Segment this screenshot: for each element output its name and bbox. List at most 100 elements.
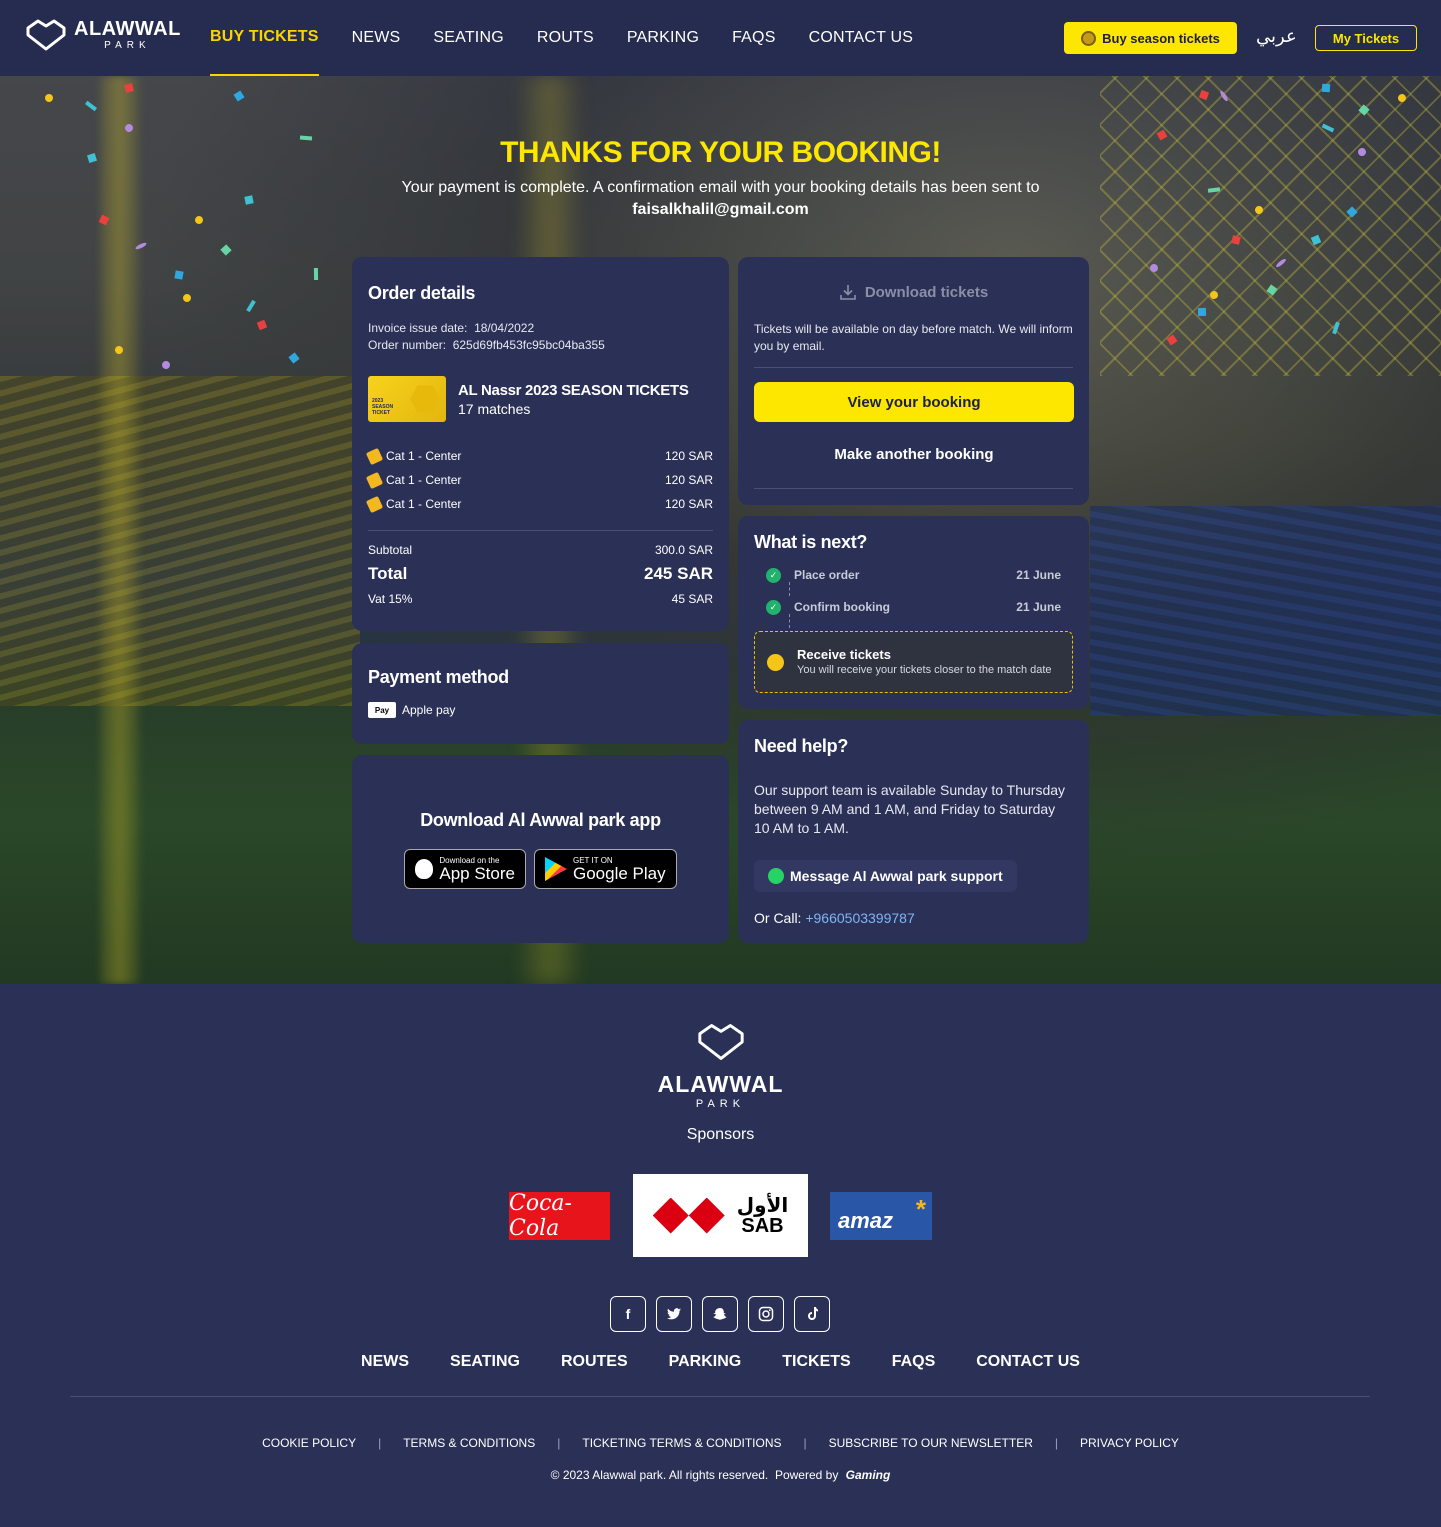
step-date: 21 June xyxy=(1016,568,1061,582)
need-help-title: Need help? xyxy=(754,736,849,756)
divider xyxy=(368,530,713,531)
footer-nav-contact-us[interactable]: CONTACT US xyxy=(976,1353,1080,1371)
stadium-stand-left xyxy=(0,376,360,706)
invoice-date-value: 18/04/2022 xyxy=(474,321,535,335)
subtotal-row: Subtotal 300.0 SAR xyxy=(368,543,713,557)
google-play-button[interactable]: GET IT ON Google Play xyxy=(533,849,677,889)
footer-nav-seating[interactable]: SEATING xyxy=(450,1353,520,1371)
download-icon xyxy=(840,285,856,300)
ticket-line-label: Cat 1 - Center xyxy=(386,449,462,463)
confetti-piece xyxy=(313,267,319,281)
confetti-piece xyxy=(246,299,256,313)
divider xyxy=(754,367,1073,368)
app-store-big-text: App Store xyxy=(439,863,515,883)
invoice-date: Invoice issue date: 18/04/2022 xyxy=(368,320,713,337)
step-label: Place order xyxy=(794,568,860,582)
powered-by-logo[interactable]: Gaming xyxy=(846,1468,891,1482)
confetti-piece xyxy=(174,270,184,280)
footer-divider xyxy=(70,1396,1370,1397)
copyright-text: © 2023 Alawwal park. All rights reserved… xyxy=(550,1468,769,1482)
link-separator: | xyxy=(1054,1436,1058,1450)
step-receive-tickets: Receive tickets You will receive your ti… xyxy=(754,631,1073,693)
cookie-policy-link[interactable]: COOKIE POLICY xyxy=(262,1436,356,1450)
facebook-icon[interactable]: f xyxy=(610,1296,646,1332)
nav-buy-tickets[interactable]: BUY TICKETS xyxy=(210,0,319,76)
receive-tickets-title: Receive tickets xyxy=(797,646,891,662)
stadium-stand-right xyxy=(1090,506,1441,716)
vat-row: Vat 15% 45 SAR xyxy=(368,592,713,606)
download-note: Tickets will be available on day before … xyxy=(754,322,1073,353)
download-app-title: Download Al Awwal park app xyxy=(420,810,661,830)
clock-icon xyxy=(767,653,784,671)
check-icon: ✓ xyxy=(766,567,781,583)
google-play-icon xyxy=(544,857,567,881)
view-booking-button[interactable]: View your booking xyxy=(754,382,1074,422)
heart-logo-icon xyxy=(697,1024,744,1060)
vat-label: Vat 15% xyxy=(368,592,413,606)
language-toggle[interactable]: عربي xyxy=(1256,26,1297,47)
order-number-value: 625d69fb453fc95bc04ba355 xyxy=(452,338,605,352)
season-ticket-image: 2023 SEASON TICKET xyxy=(368,376,446,422)
nav-routs[interactable]: ROUTS xyxy=(537,0,594,76)
sab-hexagon-icon xyxy=(652,1197,725,1234)
logo-sub-text: PARK xyxy=(104,40,151,51)
need-help-card: Need help? Our support team is available… xyxy=(738,720,1089,943)
nav-faqs[interactable]: FAQS xyxy=(732,0,775,76)
alawwal-logo[interactable]: ALAWWAL PARK xyxy=(24,18,181,52)
ticket-lines: Cat 1 - Center 120 SAR Cat 1 - Center 12… xyxy=(365,444,713,516)
app-store-button[interactable]: Download on the App Store xyxy=(404,849,526,889)
heart-logo-icon xyxy=(26,19,66,51)
subtotal-value: 300.0 SAR xyxy=(654,543,713,557)
apple-pay-icon: Pay xyxy=(368,702,396,718)
download-tickets-card: Download tickets Tickets will be availab… xyxy=(738,257,1089,505)
total-value: 245 SAR xyxy=(644,564,713,583)
sab-wordmark: SAB xyxy=(741,1214,784,1237)
sponsor-amaz-logo[interactable]: amaz * xyxy=(830,1192,932,1240)
footer-nav-parking[interactable]: PARKING xyxy=(669,1353,742,1371)
privacy-policy-link[interactable]: PRIVACY POLICY xyxy=(1080,1436,1179,1450)
what-is-next-card: What is next? ✓ Place order 21 June ✓ Conf… xyxy=(738,516,1089,709)
main-nav: BUY TICKETS NEWS SEATING ROUTS PARKING F… xyxy=(210,0,946,76)
sponsor-coca-cola-logo[interactable]: Coca-Cola xyxy=(509,1191,610,1241)
make-another-booking-button[interactable]: Make another booking xyxy=(754,434,1074,474)
support-phone-link[interactable]: +9660503399787 xyxy=(805,910,914,926)
whatsapp-support-button[interactable]: Message Al Awwal park support xyxy=(754,860,1017,892)
terms-link[interactable]: TERMS & CONDITIONS xyxy=(403,1436,535,1450)
tiktok-icon[interactable] xyxy=(794,1296,830,1332)
nav-contact-us[interactable]: CONTACT US xyxy=(809,0,914,76)
confetti-piece xyxy=(161,360,171,370)
twitter-icon[interactable] xyxy=(656,1296,692,1332)
order-number: Order number: 625d69fb453fc95bc04ba355 xyxy=(368,337,713,354)
step-confirm-booking: ✓ Confirm booking 21 June xyxy=(754,591,1073,628)
instagram-icon[interactable] xyxy=(748,1296,784,1332)
thanks-title: THANKS FOR YOUR BOOKING! xyxy=(500,136,941,169)
link-separator: | xyxy=(378,1436,382,1450)
ticket-line-price: 120 SAR xyxy=(664,449,713,463)
step-place-order: ✓ Place order 21 June xyxy=(754,559,1073,596)
whatsapp-icon xyxy=(768,868,784,884)
star-icon: * xyxy=(915,1194,926,1224)
club-badge-icon xyxy=(1081,30,1097,46)
newsletter-link[interactable]: SUBSCRIBE TO OUR NEWSLETTER xyxy=(829,1436,1033,1450)
amaz-wordmark: amaz xyxy=(838,1208,894,1233)
sponsor-sab-logo[interactable]: الأول SAB xyxy=(633,1174,808,1257)
footer-nav-routes[interactable]: ROUTES xyxy=(561,1353,628,1371)
snapchat-icon[interactable] xyxy=(702,1296,738,1332)
ticket-icon xyxy=(365,471,384,489)
divider xyxy=(754,488,1073,489)
footer-nav-tickets[interactable]: TICKETS xyxy=(782,1353,850,1371)
buy-season-tickets-button[interactable]: Buy season tickets xyxy=(1064,22,1237,54)
google-play-big-text: Google Play xyxy=(572,863,666,883)
my-tickets-button[interactable]: My Tickets xyxy=(1315,25,1417,51)
nav-seating[interactable]: SEATING xyxy=(433,0,503,76)
footer-nav-news[interactable]: NEWS xyxy=(361,1353,409,1371)
nav-news[interactable]: NEWS xyxy=(352,0,401,76)
footer-logo[interactable]: ALAWWAL PARK xyxy=(655,1022,786,1110)
footer-nav-faqs[interactable]: FAQS xyxy=(892,1353,936,1371)
nav-parking[interactable]: PARKING xyxy=(627,0,699,76)
confirmation-email: faisalkhalil@gmail.com xyxy=(632,201,809,218)
product-subtitle: 17 matches xyxy=(458,400,531,417)
ticket-line-price: 120 SAR xyxy=(664,473,713,487)
link-separator: | xyxy=(803,1436,807,1450)
ticketing-terms-link[interactable]: TICKETING TERMS & CONDITIONS xyxy=(582,1436,781,1450)
